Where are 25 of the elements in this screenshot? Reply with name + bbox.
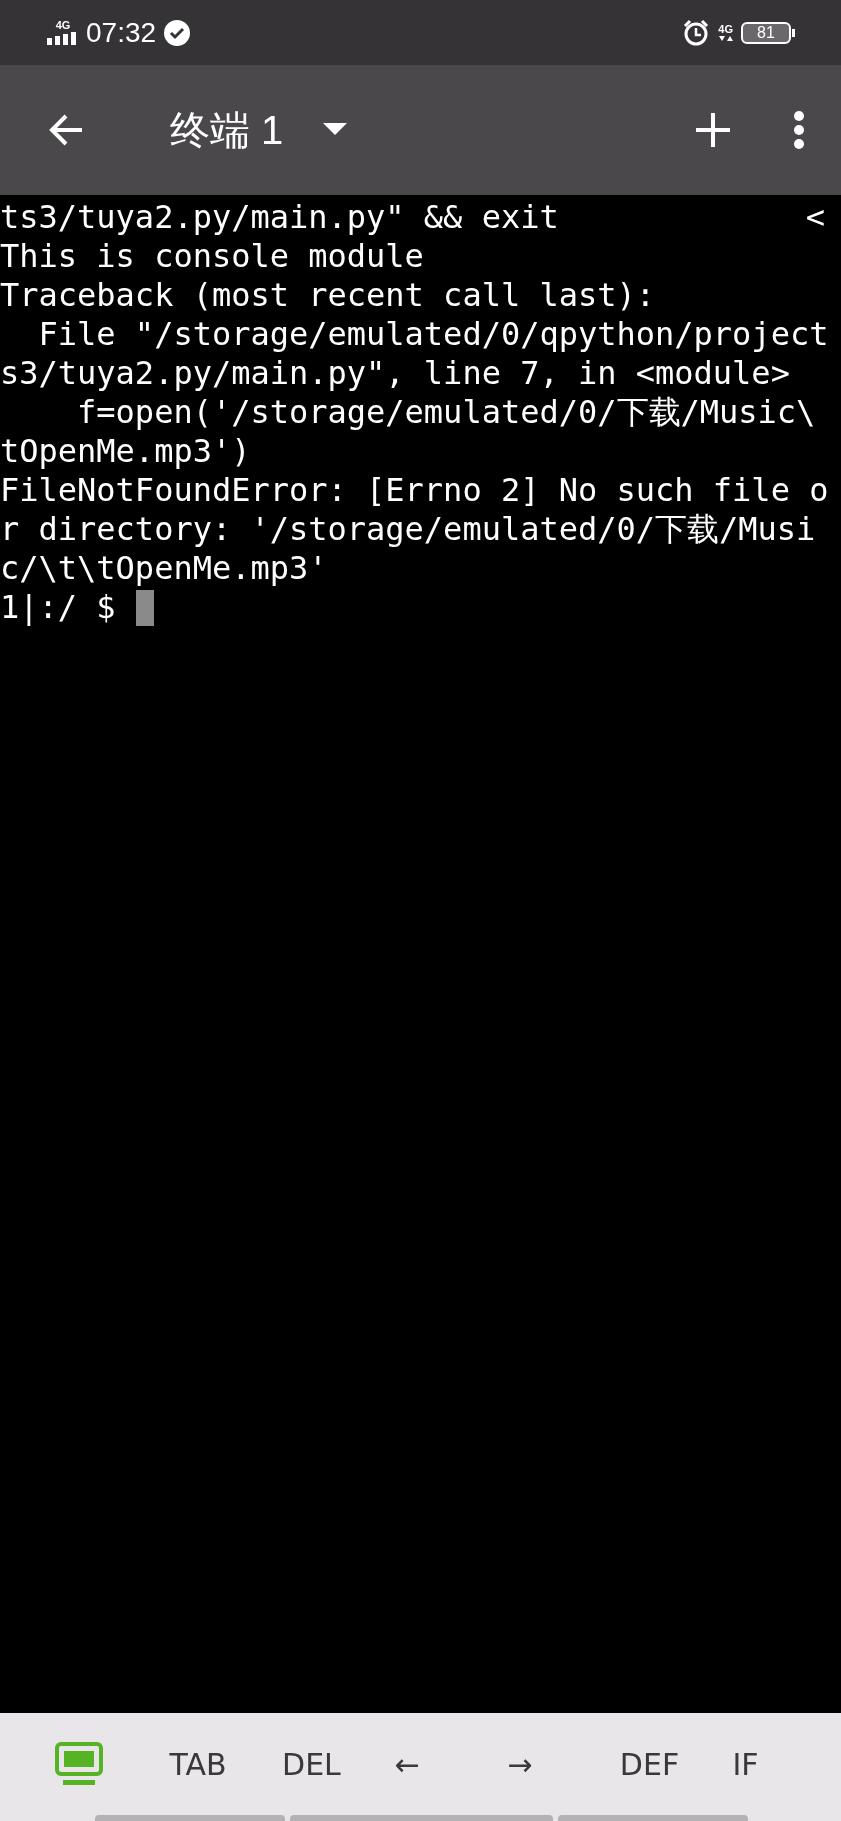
key-button[interactable]: DEL (278, 1741, 391, 1787)
alarm-icon (682, 18, 711, 47)
terminal-line: ts3/tuya2.py/main.py" && exit (0, 198, 559, 237)
key-button[interactable]: → (503, 1741, 616, 1787)
terminal-line: Traceback (most recent call last): (0, 276, 656, 315)
terminal-prompt: 1|:/ $ (0, 588, 116, 627)
terminal-title[interactable]: 终端 1 (170, 100, 284, 160)
terminal-line: File "/storage/emulated/0/qpython/project (37, 315, 829, 354)
key-button[interactable]: DEF (615, 1741, 729, 1787)
terminal-line: f=open('/storage/emulated/0/下载/Music\ (76, 393, 816, 432)
terminal-line: r directory: '/storage/emulated/0/下载/Musi (0, 510, 816, 549)
terminal-line: s3/tuya2.py/main.py", line 7, in <module> (0, 354, 790, 393)
terminal-line: FileNotFoundError: [Errno 2] No such file o (0, 471, 829, 510)
terminal-line: This is console module (0, 237, 424, 276)
more-icon[interactable] (793, 110, 805, 150)
dropdown-caret-icon[interactable] (323, 123, 348, 137)
cursor (135, 589, 154, 626)
key-button[interactable]: IF (728, 1741, 841, 1787)
key-button[interactable]: TAB (165, 1741, 279, 1787)
terminal-line: c/\t\tOpenMe.mp3' (0, 549, 328, 588)
terminal-line: < (805, 198, 825, 237)
status-time: 07:32 (86, 15, 157, 50)
terminal-line: tOpenMe.mp3') (0, 432, 251, 471)
key-button[interactable]: ← (390, 1741, 504, 1787)
check-badge-icon (164, 19, 191, 46)
